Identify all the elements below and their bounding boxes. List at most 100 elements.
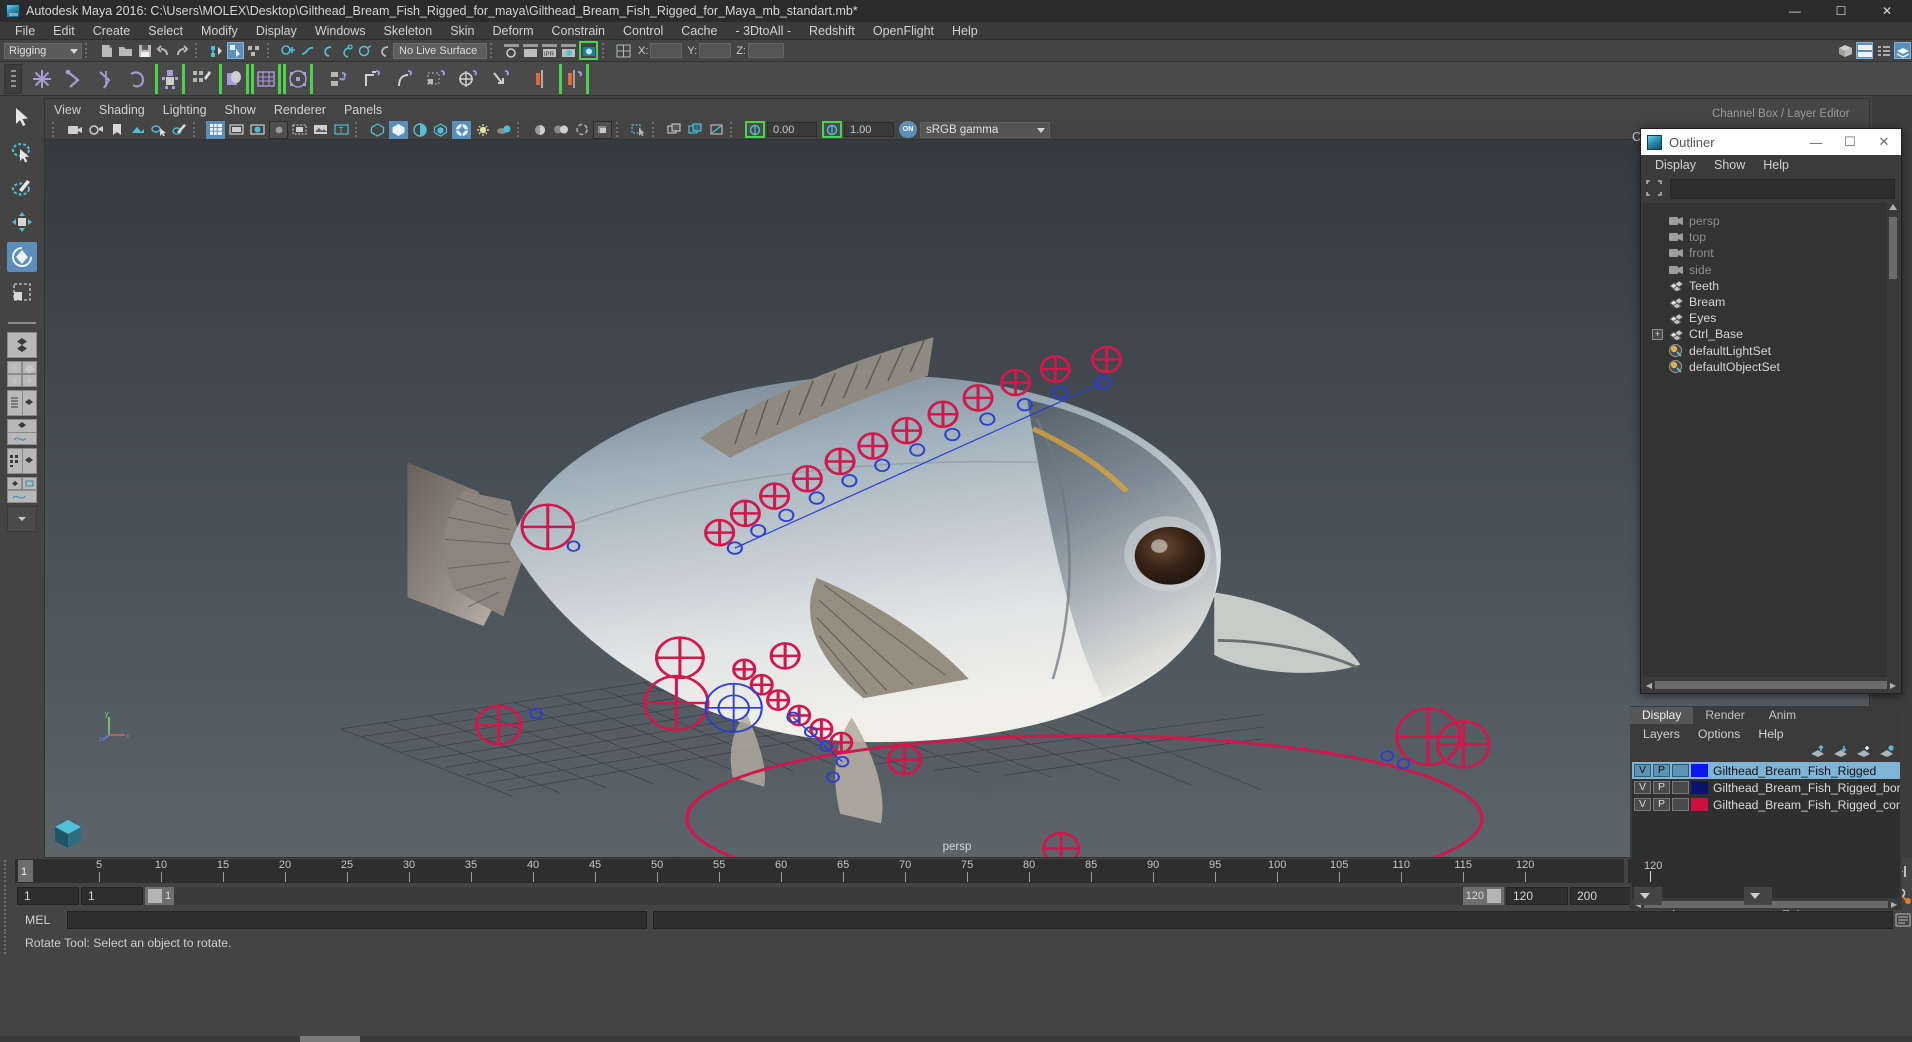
gamma-field[interactable]: 1.00 xyxy=(844,122,894,137)
tool-select[interactable] xyxy=(7,102,37,132)
menu-windows[interactable]: Windows xyxy=(306,22,375,40)
toggle-grid-icon[interactable] xyxy=(206,120,225,139)
use-all-lights-icon[interactable] xyxy=(473,121,492,139)
xray-display-icon[interactable] xyxy=(665,121,684,139)
paint-skin-weights-icon[interactable] xyxy=(187,64,217,94)
outliner-item-top[interactable]: top xyxy=(1643,229,1899,245)
pole-vector-constraint-icon[interactable] xyxy=(485,64,515,94)
z-coordinate-field[interactable] xyxy=(747,43,784,58)
isolate-select-icon[interactable] xyxy=(629,121,648,139)
outliner-filter-icon[interactable] xyxy=(1645,179,1665,199)
create-ik-spline-icon[interactable] xyxy=(91,64,121,94)
layer-menu-options[interactable]: Options xyxy=(1689,727,1749,741)
scale-constraint-icon[interactable] xyxy=(421,64,451,94)
flat-shading-icon[interactable] xyxy=(431,121,450,139)
outliner-item-front[interactable]: front xyxy=(1643,245,1899,261)
layout-graph-cell[interactable] xyxy=(7,490,37,503)
anim-layer-dropdown[interactable] xyxy=(1634,887,1662,905)
shelf-tab-strip[interactable] xyxy=(4,63,22,94)
menu-openflight[interactable]: OpenFlight xyxy=(864,22,943,40)
menuset-selector[interactable]: Rigging xyxy=(4,42,82,59)
move-layer-down-icon[interactable] xyxy=(1833,745,1848,761)
open-scene-icon[interactable] xyxy=(117,42,134,59)
screen-space-ao-icon[interactable] xyxy=(593,120,612,139)
viewport-menu-show[interactable]: Show xyxy=(216,103,265,117)
layer-playback-toggle[interactable]: P xyxy=(1653,798,1670,811)
gamma-toggle-icon[interactable] xyxy=(822,121,842,138)
toggle-safe-action-icon[interactable] xyxy=(311,121,330,139)
create-joint-icon[interactable] xyxy=(27,64,57,94)
scroll-up-icon[interactable] xyxy=(1889,204,1897,210)
undo-icon[interactable] xyxy=(155,42,172,59)
viewport-menu-view[interactable]: View xyxy=(45,103,90,117)
menu-help[interactable]: Help xyxy=(943,22,987,40)
toggle-film-gate-icon[interactable] xyxy=(227,121,246,139)
menu-constrain[interactable]: Constrain xyxy=(543,22,615,40)
scroll-right-icon[interactable]: ▶ xyxy=(1887,681,1899,690)
command-output[interactable] xyxy=(653,911,1893,929)
layout-persp-half[interactable] xyxy=(21,391,37,415)
render-current-frame-icon[interactable] xyxy=(503,42,520,59)
cluster-deformer-icon[interactable] xyxy=(283,63,313,94)
x-coordinate-field[interactable] xyxy=(650,43,683,58)
toggle-resolution-gate-icon[interactable] xyxy=(248,121,267,139)
viewport-menu-lighting[interactable]: Lighting xyxy=(154,103,216,117)
texture-display-icon[interactable] xyxy=(452,120,471,139)
range-track[interactable] xyxy=(174,887,1463,905)
layout-hypershade-half[interactable] xyxy=(8,449,22,473)
menu-deform[interactable]: Deform xyxy=(484,22,543,40)
shaded-wireframe-icon[interactable] xyxy=(410,121,429,139)
menu-display[interactable]: Display xyxy=(247,22,306,40)
tab-anim[interactable]: Anim xyxy=(1756,707,1809,724)
layout-persp-top[interactable] xyxy=(8,420,36,432)
range-start-field[interactable]: 1 xyxy=(17,887,79,905)
select-hierarchy-icon[interactable] xyxy=(208,42,225,59)
layout-four-view[interactable]: + ◆ + + xyxy=(7,361,37,388)
layout-cell-4[interactable]: + xyxy=(22,374,37,388)
show-attribute-editor-icon[interactable] xyxy=(1894,42,1911,59)
select-component-icon[interactable] xyxy=(246,42,263,59)
outliner-menu-show[interactable]: Show xyxy=(1705,158,1754,172)
aim-constraint-icon[interactable] xyxy=(453,64,483,94)
command-language-label[interactable]: MEL xyxy=(15,913,67,927)
scroll-right-icon[interactable]: ▶ xyxy=(1888,900,1900,909)
snap-view-plane-icon[interactable] xyxy=(356,42,373,59)
outliner-item-default-object-set[interactable]: defaultObjectSet xyxy=(1643,359,1899,375)
layer-type-toggle[interactable] xyxy=(1672,781,1689,794)
wireframe-shading-icon[interactable] xyxy=(368,121,387,139)
ambient-occlusion-icon[interactable] xyxy=(572,121,591,139)
motion-blur-icon[interactable] xyxy=(530,121,549,139)
live-surface-field[interactable]: No Live Surface xyxy=(393,42,487,59)
tool-paint-select[interactable] xyxy=(7,172,37,202)
layer-menu-layers[interactable]: Layers xyxy=(1634,727,1689,741)
bottom-scrollbar[interactable] xyxy=(0,1036,1912,1042)
exposure-toggle-icon[interactable] xyxy=(745,121,765,138)
toggle-sidebar-icon[interactable] xyxy=(615,42,632,59)
tool-scale[interactable] xyxy=(7,277,37,307)
bind-skin-icon[interactable] xyxy=(155,63,185,94)
layout-outliner-half[interactable] xyxy=(8,391,22,415)
layout-persp-cell[interactable] xyxy=(7,477,22,490)
outliner-vertical-scrollbar[interactable] xyxy=(1887,203,1899,677)
grease-pencil-icon[interactable] xyxy=(170,121,189,139)
expand-icon[interactable]: + xyxy=(1652,328,1663,340)
outliner-menu-display[interactable]: Display xyxy=(1646,158,1705,172)
camera-attributes-icon[interactable] xyxy=(86,121,105,139)
menu-skeleton[interactable]: Skeleton xyxy=(375,22,442,40)
outliner-menu-help[interactable]: Help xyxy=(1754,158,1798,172)
outliner-item-persp[interactable]: persp xyxy=(1643,213,1899,229)
save-scene-icon[interactable] xyxy=(136,42,153,59)
command-input[interactable] xyxy=(67,911,647,929)
tool-lasso-select[interactable] xyxy=(7,137,37,167)
scrollbar-thumb[interactable] xyxy=(1655,681,1887,689)
create-layer-from-selected-icon[interactable] xyxy=(1879,744,1894,761)
image-plane-icon[interactable] xyxy=(128,121,147,139)
menu-create[interactable]: Create xyxy=(84,22,140,40)
create-spline-handle-icon[interactable] xyxy=(123,64,153,94)
outliner-search-input[interactable] xyxy=(1670,179,1895,199)
tab-render[interactable]: Render xyxy=(1693,707,1757,724)
outliner-minimize-button[interactable]: — xyxy=(1799,129,1833,155)
range-bar[interactable]: 1 120 xyxy=(145,887,1504,905)
layout-persp-graph[interactable] xyxy=(7,419,37,445)
tool-move[interactable] xyxy=(7,207,37,237)
